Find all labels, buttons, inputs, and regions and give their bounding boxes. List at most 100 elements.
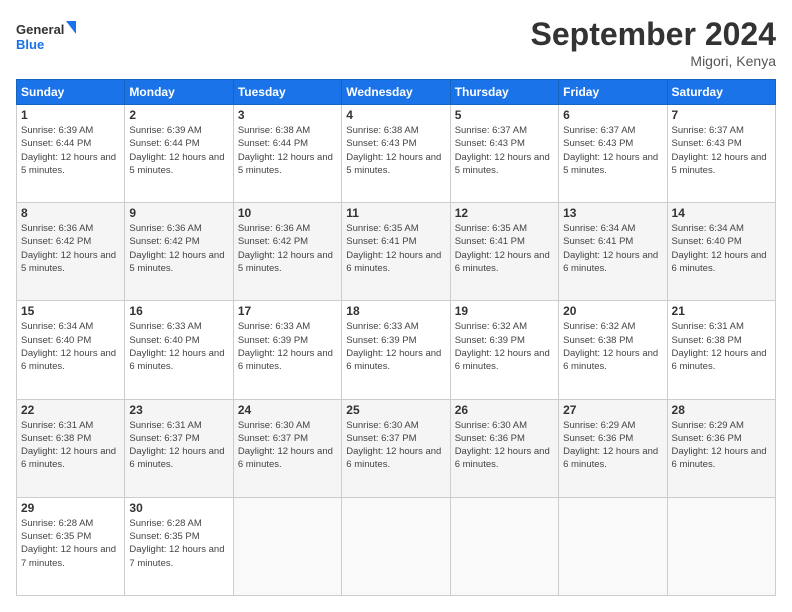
daylight-label: Daylight: 12 hours and 6 minutes. [346, 250, 441, 274]
day-cell [233, 497, 341, 595]
day-number: 12 [455, 206, 554, 220]
page: General Blue September 2024 Migori, Keny… [0, 0, 792, 612]
sunset-label: Sunset: 6:41 PM [346, 236, 416, 247]
daylight-label: Daylight: 12 hours and 6 minutes. [129, 348, 224, 372]
sunrise-label: Sunrise: 6:38 AM [346, 125, 418, 136]
daylight-label: Daylight: 12 hours and 6 minutes. [455, 348, 550, 372]
day-info: Sunrise: 6:31 AM Sunset: 6:38 PM Dayligh… [672, 320, 771, 373]
day-number: 3 [238, 108, 337, 122]
day-info: Sunrise: 6:28 AM Sunset: 6:35 PM Dayligh… [129, 517, 228, 570]
logo-svg: General Blue [16, 16, 76, 56]
day-number: 20 [563, 304, 662, 318]
sunrise-label: Sunrise: 6:31 AM [129, 420, 201, 431]
sunset-label: Sunset: 6:39 PM [346, 335, 416, 346]
day-info: Sunrise: 6:32 AM Sunset: 6:39 PM Dayligh… [455, 320, 554, 373]
day-cell: 23 Sunrise: 6:31 AM Sunset: 6:37 PM Dayl… [125, 399, 233, 497]
sunrise-label: Sunrise: 6:36 AM [21, 223, 93, 234]
daylight-label: Daylight: 12 hours and 6 minutes. [672, 446, 767, 470]
day-header-friday: Friday [559, 80, 667, 105]
day-info: Sunrise: 6:39 AM Sunset: 6:44 PM Dayligh… [21, 124, 120, 177]
week-row-1: 1 Sunrise: 6:39 AM Sunset: 6:44 PM Dayli… [17, 105, 776, 203]
sunrise-label: Sunrise: 6:34 AM [563, 223, 635, 234]
daylight-label: Daylight: 12 hours and 5 minutes. [346, 152, 441, 176]
day-number: 5 [455, 108, 554, 122]
sunset-label: Sunset: 6:38 PM [672, 335, 742, 346]
sunrise-label: Sunrise: 6:33 AM [346, 321, 418, 332]
day-header-sunday: Sunday [17, 80, 125, 105]
sunrise-label: Sunrise: 6:34 AM [672, 223, 744, 234]
week-row-4: 22 Sunrise: 6:31 AM Sunset: 6:38 PM Dayl… [17, 399, 776, 497]
day-number: 26 [455, 403, 554, 417]
daylight-label: Daylight: 12 hours and 6 minutes. [672, 348, 767, 372]
sunrise-label: Sunrise: 6:28 AM [21, 518, 93, 529]
day-number: 4 [346, 108, 445, 122]
sunset-label: Sunset: 6:43 PM [672, 138, 742, 149]
day-info: Sunrise: 6:38 AM Sunset: 6:44 PM Dayligh… [238, 124, 337, 177]
sunrise-label: Sunrise: 6:30 AM [346, 420, 418, 431]
sunset-label: Sunset: 6:40 PM [21, 335, 91, 346]
sunset-label: Sunset: 6:43 PM [346, 138, 416, 149]
day-cell: 18 Sunrise: 6:33 AM Sunset: 6:39 PM Dayl… [342, 301, 450, 399]
daylight-label: Daylight: 12 hours and 5 minutes. [129, 152, 224, 176]
day-info: Sunrise: 6:28 AM Sunset: 6:35 PM Dayligh… [21, 517, 120, 570]
day-cell: 19 Sunrise: 6:32 AM Sunset: 6:39 PM Dayl… [450, 301, 558, 399]
sunset-label: Sunset: 6:39 PM [455, 335, 525, 346]
day-cell [342, 497, 450, 595]
sunrise-label: Sunrise: 6:30 AM [455, 420, 527, 431]
day-number: 2 [129, 108, 228, 122]
day-cell: 30 Sunrise: 6:28 AM Sunset: 6:35 PM Dayl… [125, 497, 233, 595]
sunrise-label: Sunrise: 6:39 AM [129, 125, 201, 136]
sunrise-label: Sunrise: 6:37 AM [563, 125, 635, 136]
daylight-label: Daylight: 12 hours and 5 minutes. [21, 152, 116, 176]
header: General Blue September 2024 Migori, Keny… [16, 16, 776, 69]
daylight-label: Daylight: 12 hours and 6 minutes. [346, 446, 441, 470]
sunset-label: Sunset: 6:42 PM [129, 236, 199, 247]
day-info: Sunrise: 6:33 AM Sunset: 6:39 PM Dayligh… [238, 320, 337, 373]
day-cell: 4 Sunrise: 6:38 AM Sunset: 6:43 PM Dayli… [342, 105, 450, 203]
daylight-label: Daylight: 12 hours and 5 minutes. [129, 250, 224, 274]
sunrise-label: Sunrise: 6:38 AM [238, 125, 310, 136]
day-cell: 10 Sunrise: 6:36 AM Sunset: 6:42 PM Dayl… [233, 203, 341, 301]
daylight-label: Daylight: 12 hours and 6 minutes. [455, 446, 550, 470]
day-info: Sunrise: 6:30 AM Sunset: 6:36 PM Dayligh… [455, 419, 554, 472]
day-number: 7 [672, 108, 771, 122]
day-info: Sunrise: 6:31 AM Sunset: 6:37 PM Dayligh… [129, 419, 228, 472]
day-number: 14 [672, 206, 771, 220]
calendar-table: SundayMondayTuesdayWednesdayThursdayFrid… [16, 79, 776, 596]
daylight-label: Daylight: 12 hours and 6 minutes. [563, 250, 658, 274]
daylight-label: Daylight: 12 hours and 6 minutes. [238, 348, 333, 372]
day-cell: 2 Sunrise: 6:39 AM Sunset: 6:44 PM Dayli… [125, 105, 233, 203]
sunrise-label: Sunrise: 6:34 AM [21, 321, 93, 332]
sunset-label: Sunset: 6:44 PM [238, 138, 308, 149]
sunrise-label: Sunrise: 6:29 AM [563, 420, 635, 431]
sunrise-label: Sunrise: 6:31 AM [672, 321, 744, 332]
daylight-label: Daylight: 12 hours and 7 minutes. [129, 544, 224, 568]
daylight-label: Daylight: 12 hours and 5 minutes. [563, 152, 658, 176]
title-area: September 2024 Migori, Kenya [531, 16, 776, 69]
sunrise-label: Sunrise: 6:28 AM [129, 518, 201, 529]
sunset-label: Sunset: 6:43 PM [563, 138, 633, 149]
daylight-label: Daylight: 12 hours and 6 minutes. [238, 446, 333, 470]
day-number: 23 [129, 403, 228, 417]
day-info: Sunrise: 6:37 AM Sunset: 6:43 PM Dayligh… [563, 124, 662, 177]
day-number: 30 [129, 501, 228, 515]
sunrise-label: Sunrise: 6:30 AM [238, 420, 310, 431]
day-info: Sunrise: 6:39 AM Sunset: 6:44 PM Dayligh… [129, 124, 228, 177]
day-cell: 25 Sunrise: 6:30 AM Sunset: 6:37 PM Dayl… [342, 399, 450, 497]
day-cell: 11 Sunrise: 6:35 AM Sunset: 6:41 PM Dayl… [342, 203, 450, 301]
day-cell: 26 Sunrise: 6:30 AM Sunset: 6:36 PM Dayl… [450, 399, 558, 497]
sunrise-label: Sunrise: 6:35 AM [346, 223, 418, 234]
day-cell: 1 Sunrise: 6:39 AM Sunset: 6:44 PM Dayli… [17, 105, 125, 203]
day-info: Sunrise: 6:33 AM Sunset: 6:39 PM Dayligh… [346, 320, 445, 373]
day-number: 8 [21, 206, 120, 220]
day-number: 1 [21, 108, 120, 122]
week-row-3: 15 Sunrise: 6:34 AM Sunset: 6:40 PM Dayl… [17, 301, 776, 399]
daylight-label: Daylight: 12 hours and 6 minutes. [563, 446, 658, 470]
day-number: 6 [563, 108, 662, 122]
day-info: Sunrise: 6:37 AM Sunset: 6:43 PM Dayligh… [455, 124, 554, 177]
sunset-label: Sunset: 6:36 PM [455, 433, 525, 444]
day-cell: 15 Sunrise: 6:34 AM Sunset: 6:40 PM Dayl… [17, 301, 125, 399]
sunrise-label: Sunrise: 6:36 AM [238, 223, 310, 234]
day-cell: 13 Sunrise: 6:34 AM Sunset: 6:41 PM Dayl… [559, 203, 667, 301]
day-cell: 24 Sunrise: 6:30 AM Sunset: 6:37 PM Dayl… [233, 399, 341, 497]
